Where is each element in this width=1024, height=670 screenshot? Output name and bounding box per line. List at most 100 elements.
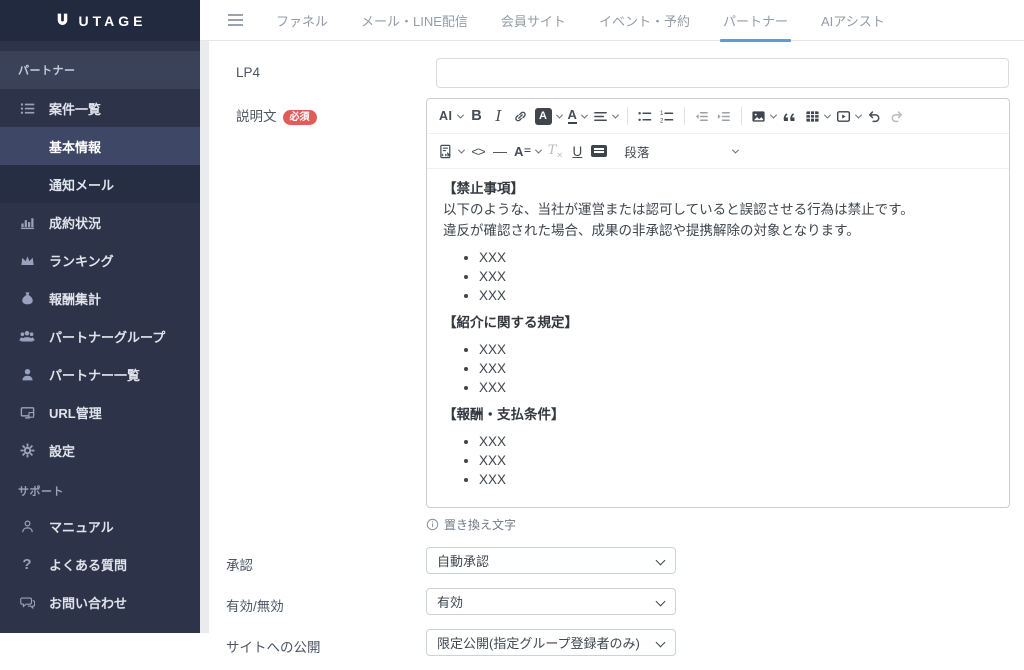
- redo-icon: [889, 109, 904, 124]
- sidebar-item-partner-list[interactable]: パートナー一覧: [0, 355, 200, 393]
- sidebar-item-ranking[interactable]: ランキング: [0, 241, 200, 279]
- svg-text:2: 2: [660, 117, 664, 123]
- table-button[interactable]: [802, 103, 833, 129]
- link-icon: [513, 109, 528, 124]
- sidebar-item-url-management[interactable]: URL管理: [0, 393, 200, 431]
- paragraph-style-value: 段落: [624, 142, 649, 161]
- bullet-list: XXX XXX XXX: [443, 432, 993, 489]
- description-editor-column: AI B I A A: [426, 98, 1010, 670]
- list-item: XXX: [479, 432, 993, 451]
- tab-partner[interactable]: パートナー: [723, 11, 788, 30]
- enabled-select-value: 有効: [437, 592, 463, 611]
- list-item: XXX: [479, 267, 993, 286]
- list-item: XXX: [479, 378, 993, 397]
- lp4-input[interactable]: [436, 58, 1009, 88]
- top-navigation: ファネル メール・LINE配信 会員サイト イベント・予約 パートナー AIアシ…: [200, 0, 1024, 41]
- sidebar-subitem-label: 通知メール: [49, 175, 114, 194]
- numbered-list-icon: 12: [659, 109, 674, 124]
- undo-icon: [867, 109, 882, 124]
- sidebar-item-settings[interactable]: 設定: [0, 431, 200, 469]
- utage-logo-icon: [54, 12, 71, 29]
- highlight-color-button[interactable]: A: [532, 103, 565, 129]
- ai-label: AI: [439, 109, 453, 123]
- sidebar-item-case-list[interactable]: 案件一覧: [0, 89, 200, 127]
- chevron-down-icon: [824, 111, 831, 118]
- highlight-icon: A: [535, 108, 552, 125]
- tab-mail-line[interactable]: メール・LINE配信: [361, 11, 468, 30]
- description-label: 説明文必須: [236, 98, 426, 670]
- font-size-icon: A: [514, 144, 523, 159]
- chevron-down-icon: [581, 111, 588, 118]
- sidebar-item-label: お問い合わせ: [49, 593, 127, 612]
- site-publish-select-value: 限定公開(指定グループ登録者のみ): [437, 633, 640, 652]
- sidebar-subitem-notification-mail[interactable]: 通知メール: [0, 165, 200, 203]
- chevron-down-icon: [456, 111, 463, 118]
- question-icon: ?: [17, 556, 37, 572]
- code-button[interactable]: <>: [467, 138, 489, 164]
- image-button[interactable]: [748, 103, 779, 129]
- align-left-icon: [593, 109, 608, 124]
- toolbar-separator: [627, 107, 628, 125]
- site-publish-select[interactable]: 限定公開(指定グループ登録者のみ): [426, 629, 676, 656]
- list-item: XXX: [479, 340, 993, 359]
- sidebar-section-partner: パートナー: [0, 51, 200, 89]
- replacement-text-label: 置き換え文字: [444, 516, 516, 533]
- tab-ai-assist[interactable]: AIアシスト: [821, 11, 885, 30]
- indent-icon: [716, 109, 731, 124]
- link-button[interactable]: [510, 103, 532, 129]
- template-insert-button[interactable]: [436, 138, 467, 164]
- sidebar-item-contact[interactable]: お問い合わせ: [0, 583, 200, 621]
- hamburger-menu-icon[interactable]: [228, 14, 243, 26]
- sidebar-item-label: パートナーグループ: [49, 327, 165, 346]
- sidebar-item-manual[interactable]: マニュアル: [0, 507, 200, 545]
- sidebar: UTAGE パートナー 案件一覧 基本情報 通知メール 成約状況 ランキング 報…: [0, 0, 200, 633]
- approval-select[interactable]: 自動承認: [426, 547, 676, 574]
- section-heading: 【紹介に関する規定】: [443, 313, 993, 332]
- italic-button[interactable]: I: [488, 103, 510, 129]
- underline-button[interactable]: U: [566, 138, 588, 164]
- align-button[interactable]: [590, 103, 621, 129]
- numbered-list-button[interactable]: 12: [656, 103, 678, 129]
- person-outline-icon: [17, 518, 37, 534]
- sidebar-item-reward-summary[interactable]: 報酬集計: [0, 279, 200, 317]
- sidebar-item-partner-group[interactable]: パートナーグループ: [0, 317, 200, 355]
- editor-toolbar-row-2: <> — A T× U 段落: [427, 134, 1009, 169]
- tab-funnel[interactable]: ファネル: [276, 11, 328, 30]
- replacement-text-link[interactable]: 置き換え文字: [426, 516, 1010, 533]
- font-color-button[interactable]: A: [565, 103, 590, 129]
- indent-button[interactable]: [713, 103, 735, 129]
- outdent-button[interactable]: [691, 103, 713, 129]
- enabled-select[interactable]: 有効: [426, 588, 676, 615]
- tab-member-site[interactable]: 会員サイト: [501, 11, 566, 30]
- tab-event-booking[interactable]: イベント・予約: [599, 11, 690, 30]
- special-block-button[interactable]: [588, 138, 610, 164]
- sidebar-subitem-basic-info[interactable]: 基本情報: [0, 127, 200, 165]
- chevron-down-icon: [612, 111, 619, 118]
- bold-button[interactable]: B: [466, 103, 488, 129]
- list-item: XXX: [479, 286, 993, 305]
- font-size-lines-icon: [524, 147, 531, 156]
- list-item: XXX: [479, 470, 993, 489]
- font-size-button[interactable]: A: [511, 138, 544, 164]
- bullet-list-button[interactable]: [634, 103, 656, 129]
- paragraph-style-select[interactable]: 段落: [616, 139, 744, 163]
- video-button[interactable]: [833, 103, 864, 129]
- ai-dropdown-button[interactable]: AI: [436, 103, 466, 129]
- editor-toolbar-row-1: AI B I A A: [427, 99, 1009, 134]
- bullet-list: XXX XXX XXX: [443, 248, 993, 305]
- sidebar-subitem-label: 基本情報: [49, 137, 101, 156]
- paragraph: 違反が確認された場合、成果の非承認や提携解除の対象となります。: [443, 221, 993, 240]
- blockquote-button[interactable]: [779, 103, 802, 129]
- sidebar-item-contract-status[interactable]: 成約状況: [0, 203, 200, 241]
- redo-button[interactable]: [886, 103, 908, 129]
- clear-format-button[interactable]: T×: [544, 138, 566, 164]
- clear-format-icon: T×: [548, 143, 563, 160]
- undo-button[interactable]: [864, 103, 886, 129]
- logo[interactable]: UTAGE: [0, 0, 200, 41]
- user-icon: [17, 366, 37, 382]
- font-color-icon: A: [568, 108, 577, 124]
- rich-text-editor-content[interactable]: 【禁止事項】 以下のような、当社が運営または認可していると誤認させる行為は禁止で…: [427, 169, 1009, 507]
- approval-select-value: 自動承認: [437, 551, 489, 570]
- horizontal-rule-button[interactable]: —: [489, 138, 511, 164]
- sidebar-item-faq[interactable]: ? よくある質問: [0, 545, 200, 583]
